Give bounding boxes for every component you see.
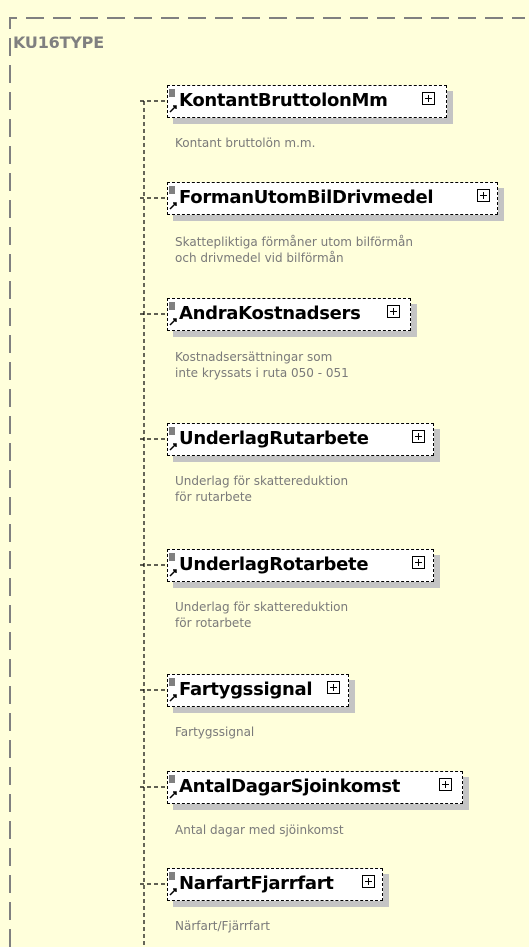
element-description: Fartygssignal — [175, 725, 255, 739]
element-description: Kostnadsersättningar som inte kryssats i… — [175, 350, 349, 380]
expand-icon[interactable] — [477, 189, 490, 202]
element-description: Närfart/Fjärrfart — [175, 919, 270, 933]
reference-icon — [169, 427, 177, 451]
element-name: Fartygssignal — [179, 679, 313, 700]
expand-icon[interactable] — [412, 430, 425, 443]
element-description: Kontant bruttolön m.m. — [175, 136, 316, 150]
element-name: FormanUtomBilDrivmedel — [179, 187, 434, 208]
reference-icon — [169, 872, 177, 896]
element-description: Underlag för skattereduktion för rutarbe… — [175, 474, 349, 504]
expand-icon[interactable] — [362, 875, 375, 888]
element-kontant-bruttolon-mm[interactable]: KontantBruttolonMm — [167, 85, 453, 124]
expand-icon[interactable] — [422, 92, 435, 105]
element-fartygssignal[interactable]: Fartygssignal — [167, 674, 355, 713]
reference-icon — [169, 302, 177, 326]
reference-icon — [169, 89, 177, 113]
complex-type-container: KU16TYPE KontantBruttolonMm Kontant brut… — [0, 0, 529, 947]
element-description: Antal dagar med sjöinkomst — [175, 823, 344, 837]
element-name: UnderlagRotarbete — [179, 554, 369, 575]
expand-icon[interactable] — [327, 681, 340, 694]
element-narfart-fjarrfart[interactable]: NarfartFjarrfart — [167, 868, 389, 907]
element-underlag-rutarbete[interactable]: UnderlagRutarbete — [167, 423, 440, 462]
reference-icon — [169, 678, 177, 702]
expand-icon[interactable] — [387, 305, 400, 318]
element-description: Underlag för skattereduktion för rotarbe… — [175, 600, 349, 630]
element-name: AndraKostnadsers — [179, 303, 361, 324]
element-andra-kostnadsers[interactable]: AndraKostnadsers — [167, 298, 417, 337]
element-forman-utom-bil-drivmedel[interactable]: FormanUtomBilDrivmedel — [167, 182, 504, 221]
reference-icon — [169, 775, 177, 799]
type-title: KU16TYPE — [13, 33, 104, 52]
element-antal-dagar-sjoinkomst[interactable]: AntalDagarSjoinkomst — [167, 771, 469, 810]
element-name: KontantBruttolonMm — [179, 90, 388, 111]
element-name: UnderlagRutarbete — [179, 428, 369, 449]
reference-icon — [169, 553, 177, 577]
element-name: NarfartFjarrfart — [179, 873, 334, 894]
expand-icon[interactable] — [439, 778, 452, 791]
element-name: AntalDagarSjoinkomst — [179, 776, 401, 797]
expand-icon[interactable] — [412, 556, 425, 569]
element-description: Skattepliktiga förmåner utom bilförmån o… — [175, 235, 414, 265]
reference-icon — [169, 186, 177, 210]
element-underlag-rotarbete[interactable]: UnderlagRotarbete — [167, 549, 440, 588]
